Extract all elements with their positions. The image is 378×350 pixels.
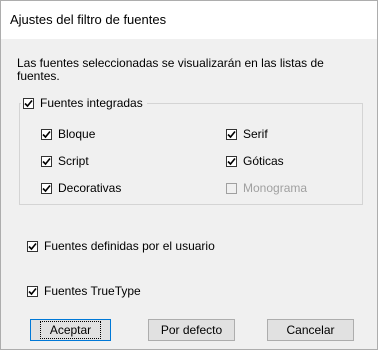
checkbox-box[interactable] [226, 182, 237, 194]
cancel-button[interactable]: Cancelar [267, 319, 354, 341]
checkbox-label: Serif [243, 127, 268, 141]
checkbox-builtin[interactable] [23, 97, 34, 109]
checkbox-box[interactable] [27, 285, 38, 297]
checkbox-label: Góticas [243, 154, 284, 168]
checkbox-serif[interactable]: Serif [226, 127, 268, 141]
check-icon [28, 287, 37, 295]
font-filter-dialog: Ajustes del filtro de fuentes Las fuente… [0, 0, 378, 350]
default-button[interactable]: Por defecto [148, 319, 235, 341]
title-bar: Ajustes del filtro de fuentes [1, 1, 377, 39]
checkbox-label: Bloque [58, 127, 96, 141]
checkbox-script[interactable]: Script [41, 154, 89, 168]
checkbox-label: Monograma [243, 181, 308, 195]
checkbox-goticas[interactable]: Góticas [226, 154, 284, 168]
check-icon [24, 99, 33, 107]
builtin-fonts-label: Fuentes integradas [40, 96, 143, 110]
checkbox-box[interactable] [41, 128, 52, 140]
checkbox-box[interactable] [226, 128, 237, 140]
accept-button[interactable]: Aceptar [30, 319, 111, 341]
builtin-fonts-checkbox[interactable]: Fuentes integradas [21, 96, 147, 110]
check-icon [28, 242, 37, 250]
checkbox-label: Fuentes TrueType [44, 284, 141, 298]
checkbox-label: Decorativas [58, 181, 122, 195]
checkbox-monograma[interactable]: Monograma [226, 181, 307, 195]
checkbox-box[interactable] [27, 240, 38, 252]
dialog-title: Ajustes del filtro de fuentes [10, 12, 167, 27]
check-icon [42, 130, 51, 138]
checkbox-box[interactable] [226, 155, 237, 167]
checkbox-box[interactable] [41, 182, 52, 194]
checkbox-box[interactable] [41, 155, 52, 167]
check-icon [42, 184, 51, 192]
checkbox-label: Fuentes definidas por el usuario [44, 239, 215, 253]
dialog-description: Las fuentes seleccionadas se visualizará… [17, 56, 324, 83]
check-icon [227, 130, 236, 138]
checkbox-label: Script [58, 154, 89, 168]
checkbox-truetype-fonts[interactable]: Fuentes TrueType [27, 284, 141, 298]
check-icon [42, 157, 51, 165]
accept-button-label: Aceptar [39, 321, 102, 339]
checkbox-user-fonts[interactable]: Fuentes definidas por el usuario [27, 239, 215, 253]
cancel-button-label: Cancelar [286, 323, 335, 337]
default-button-label: Por defecto [160, 323, 223, 337]
check-icon [227, 157, 236, 165]
checkbox-decorativas[interactable]: Decorativas [41, 181, 121, 195]
checkbox-bloque[interactable]: Bloque [41, 127, 95, 141]
